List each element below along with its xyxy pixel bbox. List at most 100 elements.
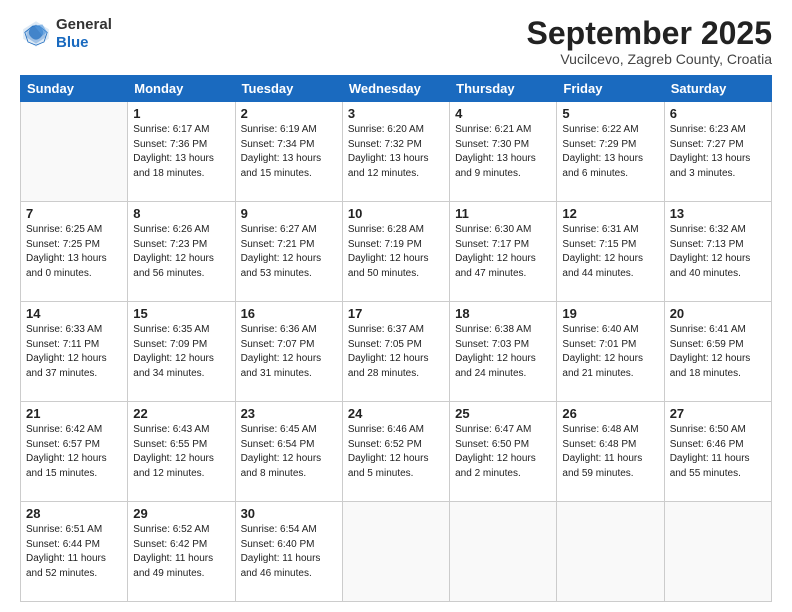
day-number: 11 [455,206,551,221]
table-row: 9Sunrise: 6:27 AM Sunset: 7:21 PM Daylig… [235,202,342,302]
calendar-header-row: Sunday Monday Tuesday Wednesday Thursday… [21,76,772,102]
cell-info: Sunrise: 6:45 AM Sunset: 6:54 PM Dayligh… [241,423,337,481]
col-friday: Friday [557,76,664,102]
cell-info: Sunrise: 6:38 AM Sunset: 7:03 PM Dayligh… [455,323,551,381]
day-number: 15 [133,306,229,321]
logo-icon [20,18,52,50]
day-number: 22 [133,406,229,421]
col-wednesday: Wednesday [342,76,449,102]
table-row: 15 Sunrise: 6:35 AM Sunset: 7:09 PM Dayli… [128,302,235,402]
day-number: 27 [670,406,766,421]
day-number: 17 [348,306,444,321]
table-row: 2 Sunrise: 6:19 AM Sunset: 7:34 PM Daylig… [235,102,342,202]
table-row: 24Sunrise: 6:46 AM Sunset: 6:52 PM Dayli… [342,402,449,502]
cell-info: Sunrise: 6:36 AM Sunset: 7:07 PM Dayligh… [241,323,337,381]
calendar-week-row: 14 Sunrise: 6:33 AM Sunset: 7:11 PM Dayli… [21,302,772,402]
col-sunday: Sunday [21,76,128,102]
logo-blue-text: Blue [56,34,89,51]
table-row: 11 Sunrise: 6:30 AM Sunset: 7:17 PM Dayli… [450,202,557,302]
header: General Blue September 2025 Vucilcevo, Z… [20,16,772,67]
cell-info: Sunrise: 6:48 AM Sunset: 6:48 PM Dayligh… [562,423,658,481]
cell-info: Sunrise: 6:20 AM Sunset: 7:32 PM Dayligh… [348,123,444,181]
cell-info: Sunrise: 6:46 AM Sunset: 6:52 PM Dayligh… [348,423,444,481]
day-number: 7 [26,206,122,221]
cell-info: Sunrise: 6:26 AM Sunset: 7:23 PM Dayligh… [133,223,229,281]
table-row: 19 Sunrise: 6:40 AM Sunset: 7:01 PM Dayli… [557,302,664,402]
cell-info: Sunrise: 6:42 AM Sunset: 6:57 PM Dayligh… [26,423,122,481]
table-row [664,502,771,602]
table-row: 26 Sunrise: 6:48 AM Sunset: 6:48 PM Dayli… [557,402,664,502]
cell-info: Sunrise: 6:30 AM Sunset: 7:17 PM Dayligh… [455,223,551,281]
table-row: 6Sunrise: 6:23 AM Sunset: 7:27 PM Daylig… [664,102,771,202]
cell-info: Sunrise: 6:40 AM Sunset: 7:01 PM Dayligh… [562,323,658,381]
day-number: 29 [133,506,229,521]
cell-info: Sunrise: 6:32 AM Sunset: 7:13 PM Dayligh… [670,223,766,281]
day-number: 28 [26,506,122,521]
day-number: 23 [241,406,337,421]
table-row: 14 Sunrise: 6:33 AM Sunset: 7:11 PM Dayli… [21,302,128,402]
calendar-week-row: 1 Sunrise: 6:17 AM Sunset: 7:36 PM Daylig… [21,102,772,202]
table-row: 22 Sunrise: 6:43 AM Sunset: 6:55 PM Dayli… [128,402,235,502]
day-number: 12 [562,206,658,221]
cell-info: Sunrise: 6:21 AM Sunset: 7:30 PM Dayligh… [455,123,551,181]
cell-info: Sunrise: 6:37 AM Sunset: 7:05 PM Dayligh… [348,323,444,381]
day-number: 4 [455,106,551,121]
table-row: 8Sunrise: 6:26 AM Sunset: 7:23 PM Daylig… [128,202,235,302]
title-block: September 2025 Vucilcevo, Zagreb County,… [527,16,772,67]
cell-info: Sunrise: 6:43 AM Sunset: 6:55 PM Dayligh… [133,423,229,481]
day-number: 18 [455,306,551,321]
cell-info: Sunrise: 6:47 AM Sunset: 6:50 PM Dayligh… [455,423,551,481]
table-row: 27 Sunrise: 6:50 AM Sunset: 6:46 PM Dayli… [664,402,771,502]
calendar-table: Sunday Monday Tuesday Wednesday Thursday… [20,75,772,602]
table-row: 18 Sunrise: 6:38 AM Sunset: 7:03 PM Dayli… [450,302,557,402]
day-number: 2 [241,106,337,121]
cell-info: Sunrise: 6:35 AM Sunset: 7:09 PM Dayligh… [133,323,229,381]
col-saturday: Saturday [664,76,771,102]
month-title: September 2025 [527,16,772,51]
cell-info: Sunrise: 6:54 AM Sunset: 6:40 PM Dayligh… [241,523,337,581]
calendar-week-row: 21Sunrise: 6:42 AM Sunset: 6:57 PM Dayli… [21,402,772,502]
day-number: 20 [670,306,766,321]
cell-info: Sunrise: 6:17 AM Sunset: 7:36 PM Dayligh… [133,123,229,181]
day-number: 14 [26,306,122,321]
day-number: 25 [455,406,551,421]
cell-info: Sunrise: 6:31 AM Sunset: 7:15 PM Dayligh… [562,223,658,281]
day-number: 5 [562,106,658,121]
table-row: 12 Sunrise: 6:31 AM Sunset: 7:15 PM Dayli… [557,202,664,302]
table-row: 30 Sunrise: 6:54 AM Sunset: 6:40 PM Dayli… [235,502,342,602]
table-row: 20 Sunrise: 6:41 AM Sunset: 6:59 PM Dayli… [664,302,771,402]
page: General Blue September 2025 Vucilcevo, Z… [0,0,792,612]
cell-info: Sunrise: 6:23 AM Sunset: 7:27 PM Dayligh… [670,123,766,181]
cell-info: Sunrise: 6:33 AM Sunset: 7:11 PM Dayligh… [26,323,122,381]
location: Vucilcevo, Zagreb County, Croatia [527,51,772,67]
logo-general-text: General [56,16,112,33]
cell-info: Sunrise: 6:27 AM Sunset: 7:21 PM Dayligh… [241,223,337,281]
cell-info: Sunrise: 6:19 AM Sunset: 7:34 PM Dayligh… [241,123,337,181]
cell-info: Sunrise: 6:52 AM Sunset: 6:42 PM Dayligh… [133,523,229,581]
table-row: 7Sunrise: 6:25 AM Sunset: 7:25 PM Daylig… [21,202,128,302]
cell-info: Sunrise: 6:51 AM Sunset: 6:44 PM Dayligh… [26,523,122,581]
table-row [21,102,128,202]
calendar-week-row: 28 Sunrise: 6:51 AM Sunset: 6:44 PM Dayli… [21,502,772,602]
table-row: 13 Sunrise: 6:32 AM Sunset: 7:13 PM Dayli… [664,202,771,302]
cell-info: Sunrise: 6:22 AM Sunset: 7:29 PM Dayligh… [562,123,658,181]
cell-info: Sunrise: 6:28 AM Sunset: 7:19 PM Dayligh… [348,223,444,281]
cell-info: Sunrise: 6:50 AM Sunset: 6:46 PM Dayligh… [670,423,766,481]
day-number: 1 [133,106,229,121]
table-row [557,502,664,602]
day-number: 13 [670,206,766,221]
logo: General Blue [20,16,112,52]
day-number: 16 [241,306,337,321]
day-number: 26 [562,406,658,421]
calendar-week-row: 7Sunrise: 6:25 AM Sunset: 7:25 PM Daylig… [21,202,772,302]
col-thursday: Thursday [450,76,557,102]
day-number: 30 [241,506,337,521]
cell-info: Sunrise: 6:41 AM Sunset: 6:59 PM Dayligh… [670,323,766,381]
table-row: 23 Sunrise: 6:45 AM Sunset: 6:54 PM Dayli… [235,402,342,502]
table-row: 1 Sunrise: 6:17 AM Sunset: 7:36 PM Daylig… [128,102,235,202]
col-tuesday: Tuesday [235,76,342,102]
day-number: 10 [348,206,444,221]
table-row: 16 Sunrise: 6:36 AM Sunset: 7:07 PM Dayli… [235,302,342,402]
day-number: 19 [562,306,658,321]
table-row [450,502,557,602]
